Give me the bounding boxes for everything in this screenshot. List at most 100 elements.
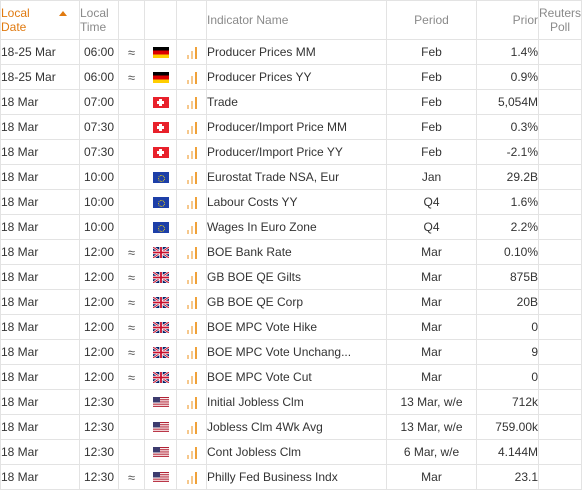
table-row[interactable]: 18 Mar 12:30 Initial Jobless Clm 13 Mar, w/…: [0, 389, 582, 415]
indicator-name-cell[interactable]: Eurostat Trade NSA, Eur: [206, 164, 387, 190]
uk-flag-icon: [152, 347, 169, 359]
prior-cell: 5,054M: [476, 89, 539, 115]
country-flag-cell: [144, 114, 177, 140]
switzerland-flag-icon: [152, 122, 169, 134]
table-row[interactable]: 18 Mar 12:00 ≈ GB BOE QE Corp Mar 20B: [0, 289, 582, 315]
indicator-name-cell[interactable]: BOE Bank Rate: [206, 239, 387, 265]
indicator-name-cell[interactable]: Initial Jobless Clm: [206, 389, 387, 415]
country-flag-cell: [144, 239, 177, 265]
country-flag-cell: [144, 364, 177, 390]
table-row[interactable]: 18 Mar 12:30 ≈ Philly Fed Business Indx Mar 2…: [0, 464, 582, 490]
table-row[interactable]: 18 Mar 10:00 Eurostat Trade NSA, Eur Jan 29.…: [0, 164, 582, 190]
importance-cell: [176, 189, 207, 215]
approx-time-icon: ≈: [127, 369, 136, 385]
local-date-header[interactable]: Local Date: [0, 0, 80, 40]
approx-time-icon: ≈: [127, 269, 136, 285]
table-row[interactable]: 18 Mar 12:00 ≈ GB BOE QE Gilts Mar 875B: [0, 264, 582, 290]
country-flag-cell: [144, 139, 177, 165]
indicator-name-cell[interactable]: BOE MPC Vote Hike: [206, 314, 387, 340]
us-flag-icon: [152, 422, 169, 434]
indicator-name-cell[interactable]: Labour Costs YY: [206, 189, 387, 215]
approx-cell: [118, 139, 145, 165]
importance-bars-icon: [185, 221, 199, 235]
period-cell: Feb: [386, 139, 477, 165]
table-row[interactable]: 18 Mar 12:30 Cont Jobless Clm 6 Mar, w/e 4.1…: [0, 439, 582, 465]
local-time-cell: 12:00: [79, 289, 119, 315]
local-date-cell: 18 Mar: [0, 414, 80, 440]
table-row[interactable]: 18 Mar 12:00 ≈ BOE MPC Vote Hike Mar 0: [0, 314, 582, 340]
table-row[interactable]: 18 Mar 07:30 Producer/Import Price YY Feb -2…: [0, 139, 582, 165]
approx-cell: [118, 114, 145, 140]
approx-time-icon: ≈: [127, 44, 136, 60]
indicator-name-cell[interactable]: GB BOE QE Corp: [206, 289, 387, 315]
indicator-name-cell[interactable]: Cont Jobless Clm: [206, 439, 387, 465]
indicator-name-cell[interactable]: Producer Prices MM: [206, 39, 387, 65]
period-cell: Q4: [386, 189, 477, 215]
switzerland-flag-icon: [152, 147, 169, 159]
indicator-name-cell[interactable]: Trade: [206, 89, 387, 115]
prior-cell: 2.2%: [476, 214, 539, 240]
local-date-cell: 18 Mar: [0, 464, 80, 490]
local-time-cell: 07:00: [79, 89, 119, 115]
table-row[interactable]: 18 Mar 12:00 ≈ BOE MPC Vote Unchang... Mar 9: [0, 339, 582, 365]
eu-flag-icon: [152, 197, 169, 209]
table-row[interactable]: 18-25 Mar 06:00 ≈ Producer Prices YY Feb 0.9%: [0, 64, 582, 90]
reuters-poll-header[interactable]: Reuters Poll: [538, 0, 582, 40]
local-time-cell: 07:30: [79, 139, 119, 165]
importance-cell: [176, 89, 207, 115]
indicator-name-cell[interactable]: Producer Prices YY: [206, 64, 387, 90]
table-row[interactable]: 18 Mar 10:00 Labour Costs YY Q4 1.6%: [0, 189, 582, 215]
table-row[interactable]: 18 Mar 12:00 ≈ BOE Bank Rate Mar 0.10%: [0, 239, 582, 265]
importance-cell: [176, 414, 207, 440]
indicator-name-cell[interactable]: Philly Fed Business Indx: [206, 464, 387, 490]
period-cell: Q4: [386, 214, 477, 240]
indicator-name-header[interactable]: Indicator Name: [206, 0, 387, 40]
importance-bars-icon: [185, 96, 199, 110]
approx-cell: [118, 164, 145, 190]
approx-cell: [118, 189, 145, 215]
table-row[interactable]: 18 Mar 12:30 Jobless Clm 4Wk Avg 13 Mar, w/…: [0, 414, 582, 440]
indicator-name-cell[interactable]: Wages In Euro Zone: [206, 214, 387, 240]
approx-time-icon: ≈: [127, 469, 136, 485]
reuters-poll-cell: [538, 389, 582, 415]
local-date-cell: 18 Mar: [0, 364, 80, 390]
approx-cell: [118, 414, 145, 440]
table-row[interactable]: 18 Mar 07:00 Trade Feb 5,054M: [0, 89, 582, 115]
prior-cell: 759.00k: [476, 414, 539, 440]
indicator-name-cell[interactable]: BOE MPC Vote Unchang...: [206, 339, 387, 365]
table-row[interactable]: 18 Mar 12:00 ≈ BOE MPC Vote Cut Mar 0: [0, 364, 582, 390]
table-row[interactable]: 18 Mar 07:30 Producer/Import Price MM Feb 0.…: [0, 114, 582, 140]
period-header[interactable]: Period: [386, 0, 477, 40]
indicator-name-cell[interactable]: Jobless Clm 4Wk Avg: [206, 414, 387, 440]
reuters-poll-cell: [538, 139, 582, 165]
prior-header[interactable]: Prior: [476, 0, 539, 40]
indicator-name-cell[interactable]: BOE MPC Vote Cut: [206, 364, 387, 390]
us-flag-icon: [152, 447, 169, 459]
approx-cell: ≈: [118, 289, 145, 315]
indicator-name-cell[interactable]: Producer/Import Price MM: [206, 114, 387, 140]
local-time-header[interactable]: Local Time: [79, 0, 119, 40]
reuters-poll-cell: [538, 39, 582, 65]
prior-cell: 1.4%: [476, 39, 539, 65]
approx-cell: ≈: [118, 39, 145, 65]
prior-label: Prior: [512, 13, 538, 27]
indicator-name-cell[interactable]: GB BOE QE Gilts: [206, 264, 387, 290]
local-date-cell: 18 Mar: [0, 264, 80, 290]
local-time-label: Local Time: [80, 6, 109, 34]
prior-cell: 23.1: [476, 464, 539, 490]
table-row[interactable]: 18-25 Mar 06:00 ≈ Producer Prices MM Feb 1.4%: [0, 39, 582, 65]
approx-time-icon: ≈: [127, 244, 136, 260]
country-flag-cell: [144, 389, 177, 415]
importance-cell: [176, 389, 207, 415]
approx-cell: [118, 439, 145, 465]
prior-cell: 0.3%: [476, 114, 539, 140]
local-date-cell: 18 Mar: [0, 139, 80, 165]
reuters-poll-cell: [538, 64, 582, 90]
uk-flag-icon: [152, 297, 169, 309]
importance-cell: [176, 39, 207, 65]
indicator-name-cell[interactable]: Producer/Import Price YY: [206, 139, 387, 165]
approx-time-icon: ≈: [127, 319, 136, 335]
approx-cell: ≈: [118, 339, 145, 365]
table-row[interactable]: 18 Mar 10:00 Wages In Euro Zone Q4 2.2%: [0, 214, 582, 240]
prior-cell: 29.2B: [476, 164, 539, 190]
